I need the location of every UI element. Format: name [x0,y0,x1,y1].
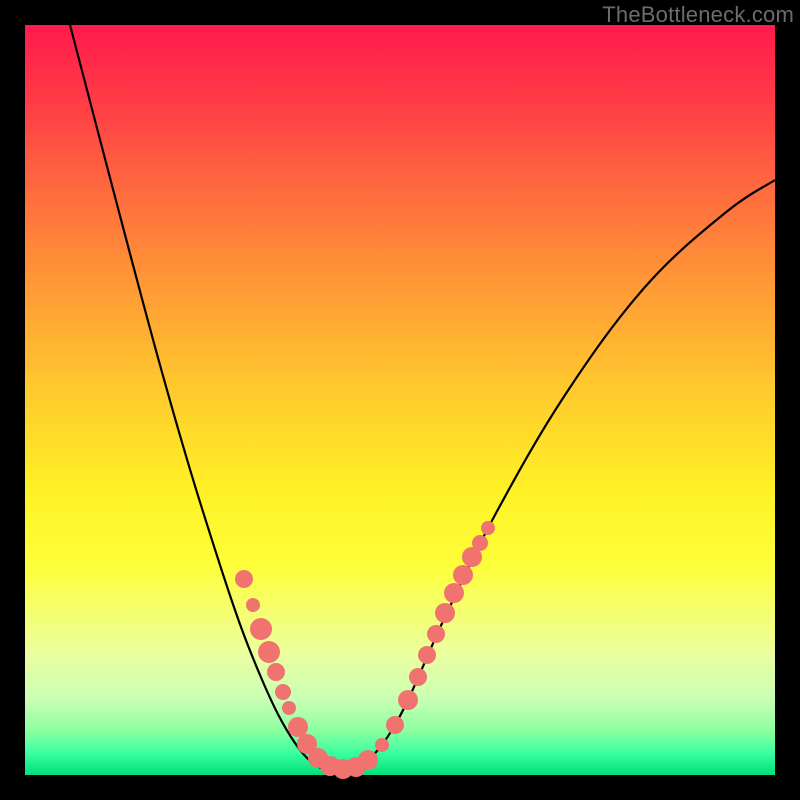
data-marker [409,668,427,686]
data-marker [418,646,436,664]
data-marker [435,603,455,623]
data-marker [386,716,404,734]
plot-area [25,25,775,775]
data-marker [246,598,260,612]
data-marker [481,521,495,535]
data-marker [375,738,389,752]
data-marker [453,565,473,585]
data-marker [358,750,378,770]
data-marker [267,663,285,681]
data-marker [250,618,272,640]
data-marker [275,684,291,700]
data-marker [444,583,464,603]
curve-svg [25,25,775,775]
data-marker [258,641,280,663]
data-marker [398,690,418,710]
data-marker [427,625,445,643]
data-marker [282,701,296,715]
chart-frame: TheBottleneck.com [0,0,800,800]
data-marker [235,570,253,588]
data-marker [288,717,308,737]
data-markers [235,521,495,779]
data-marker [472,535,488,551]
